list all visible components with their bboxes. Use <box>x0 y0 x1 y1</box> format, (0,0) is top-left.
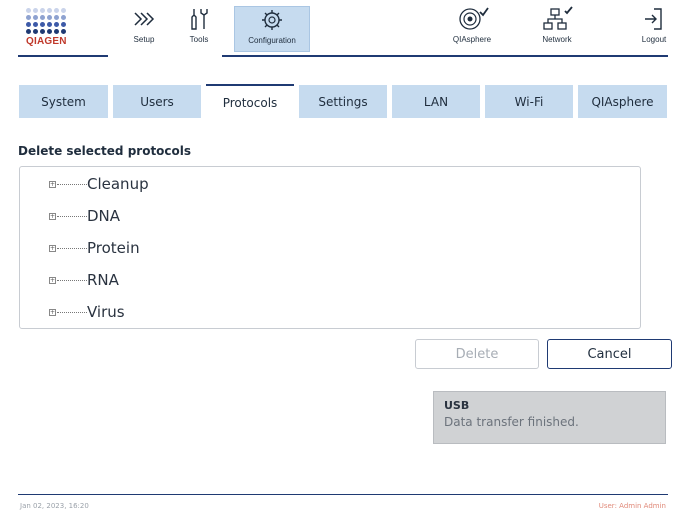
footer-divider <box>18 494 668 495</box>
tree-item-label: DNA <box>87 207 121 225</box>
protocol-tree[interactable]: + Cleanup + DNA + Protein + RNA + Virus <box>19 166 641 329</box>
tools-button[interactable]: Tools <box>182 6 216 50</box>
network-button[interactable]: Network <box>532 6 582 50</box>
section-title: Delete selected protocols <box>18 144 192 158</box>
logo-dot <box>33 22 38 27</box>
logo-dot <box>54 8 59 13</box>
tab-qiasphere[interactable]: QIAsphere <box>578 85 667 118</box>
logo-dot <box>26 22 31 27</box>
tree-item-label: Virus <box>87 303 125 321</box>
top-header: QIAGEN Setup Tools Configuration QIAsphe… <box>0 0 682 62</box>
tree-item-virus[interactable]: + Virus <box>20 296 640 328</box>
network-icon <box>541 6 573 32</box>
logo-dot <box>40 8 45 13</box>
tab-label: LAN <box>423 94 449 109</box>
logo-dot <box>47 8 52 13</box>
header-rule-left <box>18 55 108 57</box>
setup-button[interactable]: Setup <box>124 6 164 50</box>
header-rule-right <box>222 55 668 57</box>
usb-notification: USB Data transfer finished. <box>433 391 666 444</box>
tab-label: Users <box>140 94 174 109</box>
tab-system[interactable]: System <box>19 85 108 118</box>
logo-dot <box>47 15 52 20</box>
logo-dot <box>33 15 38 20</box>
logo-dot <box>33 29 38 34</box>
tab-label: Wi-Fi <box>514 94 544 109</box>
expand-icon[interactable]: + <box>49 244 56 252</box>
tree-connector <box>57 311 87 313</box>
expand-icon[interactable]: + <box>49 308 56 316</box>
tab-label: System <box>41 94 86 109</box>
expand-icon[interactable]: + <box>49 180 56 188</box>
logo-dot <box>54 15 59 20</box>
notification-title: USB <box>444 399 470 412</box>
setup-label: Setup <box>133 35 155 44</box>
footer-datetime: Jan 02, 2023, 16:20 <box>20 502 89 510</box>
logo-dot <box>26 29 31 34</box>
configuration-button[interactable]: Configuration <box>234 6 310 52</box>
logo-dot <box>54 22 59 27</box>
tab-settings[interactable]: Settings <box>299 85 387 118</box>
tree-item-label: Cleanup <box>87 175 149 193</box>
logout-label: Logout <box>641 35 667 44</box>
expand-icon[interactable]: + <box>49 276 56 284</box>
logo-dot <box>61 8 66 13</box>
logo-dot <box>40 22 45 27</box>
logo-dot <box>47 29 52 34</box>
tree-item-rna[interactable]: + RNA <box>20 264 640 296</box>
logo-dot <box>40 29 45 34</box>
logo-dot <box>33 8 38 13</box>
config-tab-bar: System Users Protocols Settings LAN Wi-F… <box>19 84 667 119</box>
qiasphere-icon <box>455 6 489 32</box>
gear-icon <box>260 7 284 33</box>
tab-protocols[interactable]: Protocols <box>206 84 294 119</box>
footer-user: User: Admin Admin <box>598 502 666 510</box>
tree-item-label: RNA <box>87 271 119 289</box>
tab-users[interactable]: Users <box>113 85 201 118</box>
tab-label: Settings <box>318 94 368 109</box>
tab-label: QIAsphere <box>591 94 654 109</box>
qiasphere-button[interactable]: QIAsphere <box>446 6 498 50</box>
logo-dot <box>61 22 66 27</box>
logo-dot <box>61 29 66 34</box>
cancel-button[interactable]: Cancel <box>547 339 672 369</box>
logo-dot <box>26 8 31 13</box>
notification-message: Data transfer finished. <box>444 415 579 429</box>
tree-connector <box>57 215 87 217</box>
tree-item-cleanup[interactable]: + Cleanup <box>20 168 640 200</box>
logo-brand-text: QIAGEN <box>26 36 67 47</box>
tools-icon <box>189 6 209 32</box>
expand-icon[interactable]: + <box>49 212 56 220</box>
network-label: Network <box>542 35 572 44</box>
tree-item-dna[interactable]: + DNA <box>20 200 640 232</box>
tree-connector <box>57 183 87 185</box>
tree-connector <box>57 247 87 249</box>
logo-dot <box>54 29 59 34</box>
tab-lan[interactable]: LAN <box>392 85 480 118</box>
tools-label: Tools <box>189 35 209 44</box>
tree-item-label: Protein <box>87 239 140 257</box>
chevrons-right-icon <box>132 6 156 32</box>
logo-dot <box>61 15 66 20</box>
tree-connector <box>57 279 87 281</box>
logo-dot <box>26 15 31 20</box>
logo-dots <box>26 8 72 34</box>
tab-wifi[interactable]: Wi-Fi <box>485 85 573 118</box>
delete-button[interactable]: Delete <box>415 339 539 369</box>
logo-dot <box>40 15 45 20</box>
logout-button[interactable]: Logout <box>634 6 674 50</box>
configuration-label: Configuration <box>248 36 296 45</box>
qiasphere-label: QIAsphere <box>452 35 492 44</box>
tab-label: Protocols <box>222 95 278 110</box>
logout-icon <box>642 6 666 32</box>
qiagen-logo: QIAGEN <box>26 8 72 56</box>
logo-dot <box>47 22 52 27</box>
tree-item-protein[interactable]: + Protein <box>20 232 640 264</box>
